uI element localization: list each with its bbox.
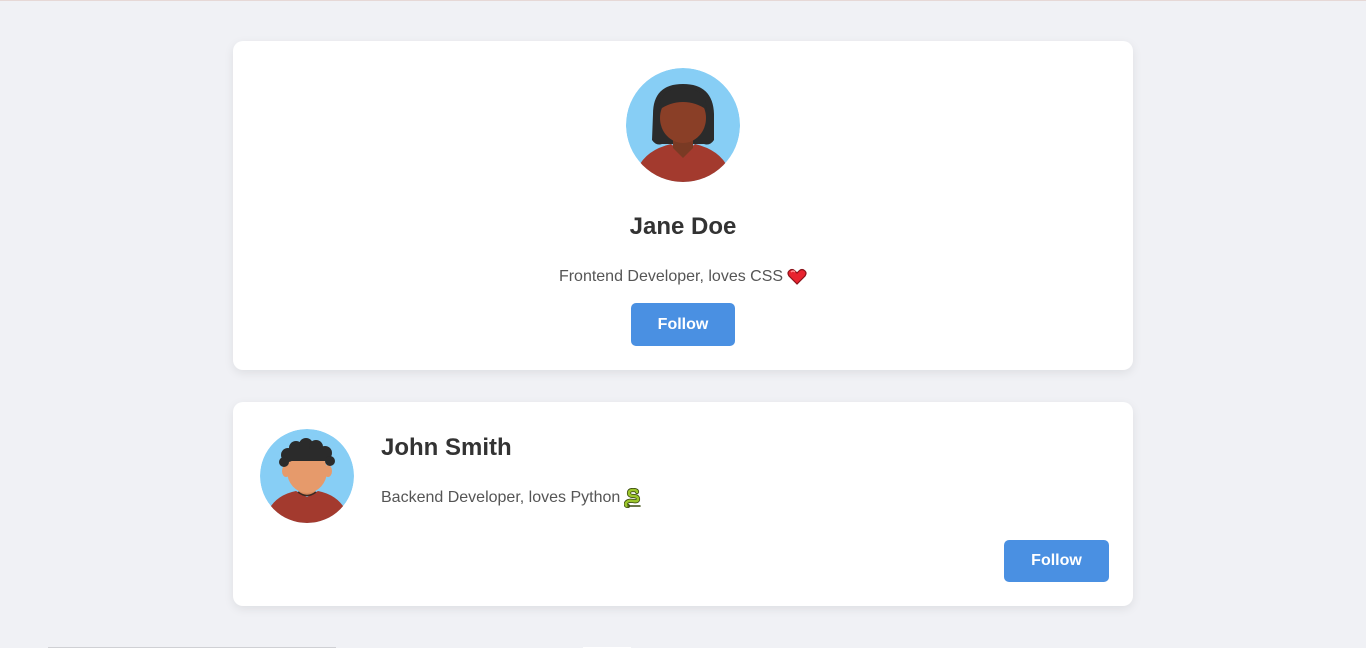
male-avatar-icon <box>260 429 354 523</box>
profile-card-jane: Jane Doe Frontend Developer, loves CSS F… <box>233 41 1133 370</box>
profile-name: Jane Doe <box>629 213 737 240</box>
avatar <box>260 429 354 523</box>
snake-icon <box>624 488 642 508</box>
profile-name: John Smith <box>381 434 512 461</box>
avatar <box>626 68 740 182</box>
page: Jane Doe Frontend Developer, loves CSS F… <box>0 0 1366 648</box>
bio-text: Backend Developer, loves Python <box>381 489 621 507</box>
bio-text: Frontend Developer, loves CSS <box>558 268 784 285</box>
heart-icon <box>787 268 807 286</box>
follow-button[interactable]: Follow <box>631 303 735 346</box>
profile-bio: Backend Developer, loves Python <box>381 488 642 508</box>
profile-bio: Frontend Developer, loves CSS <box>233 267 1133 287</box>
profile-card-john: John Smith Backend Developer, loves Pyth… <box>233 402 1133 606</box>
follow-button[interactable]: Follow <box>1004 540 1109 582</box>
female-avatar-icon <box>626 68 740 182</box>
